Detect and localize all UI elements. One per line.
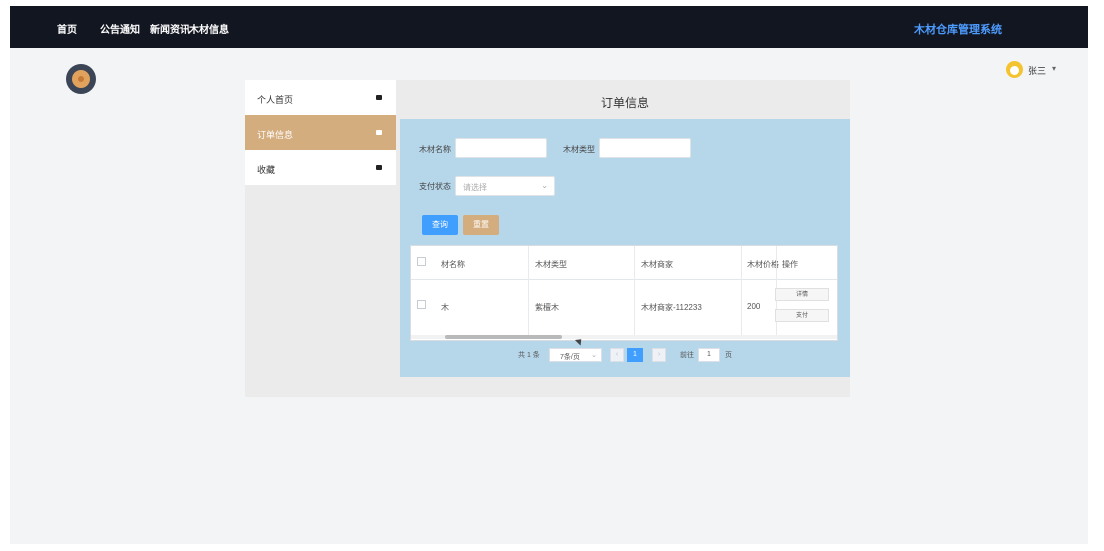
reset-button[interactable]: 重置	[463, 215, 499, 235]
current-page[interactable]: 1	[627, 348, 643, 362]
pay-status-label: 支付状态	[419, 182, 451, 191]
sidebar-item-orders[interactable]: 订单信息	[245, 115, 396, 150]
nav-news[interactable]: 新闻资讯	[150, 21, 190, 36]
scrollbar-thumb[interactable]	[445, 335, 562, 339]
query-button[interactable]: 查询	[422, 215, 458, 235]
nav-home[interactable]: 首页	[57, 21, 77, 36]
chevron-down-icon: ⌄	[591, 352, 597, 359]
next-page-button[interactable]: ›	[652, 348, 666, 362]
wood-name-input[interactable]	[455, 138, 547, 158]
menu-icon	[376, 95, 382, 100]
select-all-checkbox[interactable]	[417, 257, 426, 266]
chevron-down-icon: ▾	[1052, 64, 1057, 73]
horizontal-scrollbar[interactable]	[411, 335, 837, 339]
column-header: 木材商家	[641, 260, 673, 269]
top-navbar: 首页 公告通知 新闻资讯 木材信息 木材仓库管理系统	[10, 6, 1088, 48]
main-panel: 个人首页 订单信息 收藏 订单信息 木材名称 木材类型 支付状态 请选择 ⌄ 查…	[245, 80, 850, 397]
row-checkbox[interactable]	[417, 300, 426, 309]
page-size-value: 7条/页	[560, 354, 580, 361]
nav-wood-info[interactable]: 木材信息	[189, 21, 229, 36]
logo-icon	[66, 64, 96, 94]
order-content: 木材名称 木材类型 支付状态 请选择 ⌄ 查询 重置 材名称 木材类型 木材商家…	[400, 119, 850, 377]
prev-page-button[interactable]: ‹	[610, 348, 624, 362]
cell-type: 紫檀木	[535, 303, 559, 312]
wood-name-label: 木材名称	[419, 145, 451, 154]
menu-icon	[376, 165, 382, 170]
order-table: 材名称 木材类型 木材商家 木材价格 操作 木 紫檀木 木材商家-112233 …	[410, 245, 838, 341]
page-suffix: 页	[725, 352, 732, 359]
column-header: 材名称	[441, 260, 465, 269]
sidebar-menu: 个人首页 订单信息 收藏	[245, 80, 396, 185]
page-title: 订单信息	[600, 96, 649, 110]
avatar	[1006, 61, 1023, 78]
page-background: 首页 公告通知 新闻资讯 木材信息 木材仓库管理系统 张三 ▾ 个人首页 订单信…	[10, 6, 1088, 544]
sidebar-item-favorites[interactable]: 收藏	[245, 150, 396, 185]
goto-label: 前往	[680, 352, 694, 359]
table-header: 材名称 木材类型 木材商家 木材价格 操作	[411, 246, 837, 280]
wood-type-input[interactable]	[599, 138, 691, 158]
sidebar-item-home[interactable]: 个人首页	[245, 80, 396, 115]
menu-icon	[376, 130, 382, 135]
wood-type-label: 木材类型	[563, 145, 595, 154]
detail-button[interactable]: 详情	[775, 288, 829, 301]
column-header: 操作	[782, 260, 798, 269]
sidebar-item-label: 收藏	[257, 165, 276, 175]
page-size-select[interactable]: 7条/页 ⌄	[549, 348, 602, 362]
nav-notice[interactable]: 公告通知	[100, 21, 140, 36]
chevron-down-icon: ⌄	[541, 181, 548, 190]
content-header: 订单信息	[400, 80, 850, 119]
pagination-total: 共 1 条	[518, 352, 540, 359]
brand-title: 木材仓库管理系统	[914, 24, 1002, 36]
sidebar-item-label: 订单信息	[257, 130, 294, 140]
select-placeholder: 请选择	[463, 183, 487, 192]
user-name: 张三	[1028, 66, 1047, 76]
cell-name: 木	[441, 303, 449, 312]
pay-button[interactable]: 支付	[775, 309, 829, 322]
cell-price: 200	[747, 302, 761, 311]
goto-page-input[interactable]: 1	[698, 348, 720, 362]
cell-merchant: 木材商家-112233	[641, 303, 702, 312]
pay-status-select[interactable]: 请选择 ⌄	[455, 176, 555, 196]
sidebar-item-label: 个人首页	[257, 95, 294, 105]
column-header: 木材类型	[535, 260, 567, 269]
column-header: 木材价格	[747, 260, 779, 269]
